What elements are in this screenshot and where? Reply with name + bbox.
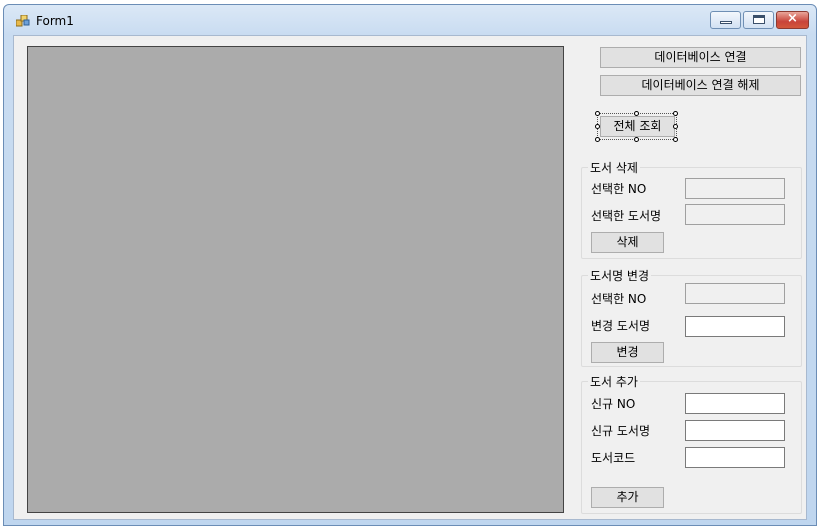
delete-selected-no-field[interactable]	[685, 178, 785, 199]
disconnect-database-button[interactable]: 데이터베이스 연결 해제	[600, 75, 801, 96]
rename-group-title: 도서명 변경	[588, 267, 652, 284]
new-no-label: 신규 NO	[591, 397, 636, 411]
resize-handle[interactable]	[673, 137, 678, 142]
add-book-code-field[interactable]	[685, 447, 785, 468]
add-new-no-field[interactable]	[685, 393, 785, 414]
minimize-icon	[720, 21, 732, 24]
selected-name-label: 선택한 도서명	[591, 209, 662, 223]
rename-selected-no-field[interactable]	[685, 283, 785, 304]
delete-book-group: 도서 삭제 선택한 NO 선택한 도서명 삭제	[581, 159, 802, 259]
resize-handle[interactable]	[634, 111, 639, 116]
resize-handle[interactable]	[595, 137, 600, 142]
rename-new-name-field[interactable]	[685, 316, 785, 337]
selected-no-label: 선택한 NO	[591, 182, 647, 196]
minimize-button[interactable]	[710, 11, 741, 29]
maximize-button[interactable]	[743, 11, 774, 29]
add-button[interactable]: 추가	[591, 487, 664, 508]
resize-handle[interactable]	[673, 111, 678, 116]
book-code-label: 도서코드	[591, 451, 636, 465]
resize-handle[interactable]	[634, 137, 639, 142]
form-window: Form1 × 데이터베이스 연결 데이터베이스 연결 해제 전체 조회 도서 …	[3, 4, 817, 526]
close-button[interactable]: ×	[776, 11, 809, 29]
add-group-title: 도서 추가	[588, 373, 640, 390]
new-name-label: 변경 도서명	[591, 319, 651, 333]
resize-handle[interactable]	[673, 124, 678, 129]
data-grid-view[interactable]	[27, 46, 564, 513]
rename-book-group: 도서명 변경 선택한 NO 변경 도서명 변경	[581, 267, 802, 367]
app-icon	[15, 14, 30, 27]
selected-no-label: 선택한 NO	[591, 292, 647, 306]
change-button[interactable]: 변경	[591, 342, 664, 363]
resize-handle[interactable]	[595, 124, 600, 129]
add-new-name-field[interactable]	[685, 420, 785, 441]
view-all-button[interactable]: 전체 조회	[600, 116, 675, 137]
connect-database-button[interactable]: 데이터베이스 연결	[600, 47, 801, 68]
delete-selected-name-field[interactable]	[685, 204, 785, 225]
close-icon: ×	[787, 11, 798, 26]
window-title: Form1	[36, 14, 74, 28]
maximize-icon	[753, 15, 765, 24]
form-client-area: 데이터베이스 연결 데이터베이스 연결 해제 전체 조회 도서 삭제 선택한 N…	[13, 35, 807, 520]
delete-group-title: 도서 삭제	[588, 159, 640, 176]
new-name-label: 신규 도서명	[591, 424, 651, 438]
add-book-group: 도서 추가 신규 NO 신규 도서명 도서코드 추가	[581, 373, 802, 514]
resize-handle[interactable]	[595, 111, 600, 116]
delete-button[interactable]: 삭제	[591, 232, 664, 253]
title-bar[interactable]: Form1 ×	[4, 5, 816, 37]
